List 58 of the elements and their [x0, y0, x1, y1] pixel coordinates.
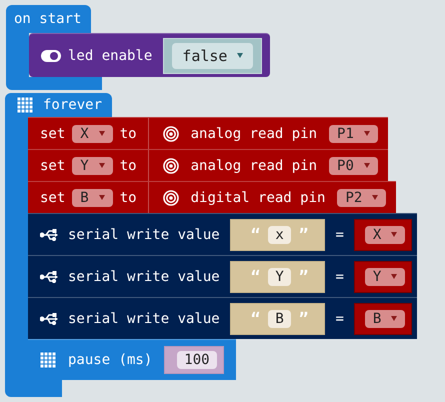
caret-icon	[372, 195, 378, 200]
dropdown-field[interactable]: B	[72, 188, 113, 206]
grid-icon	[17, 97, 33, 113]
quote-mark: “	[250, 267, 260, 286]
dropdown-field[interactable]: P0	[329, 156, 378, 174]
block-label: pause (ms)	[68, 352, 152, 368]
block-label: set	[40, 190, 66, 206]
caret-icon	[98, 195, 105, 200]
block-label: =	[335, 226, 344, 242]
caret-icon	[364, 163, 370, 168]
text-field[interactable]: x	[268, 226, 291, 244]
dropdown-field[interactable]: X	[364, 226, 406, 244]
target-icon	[162, 126, 179, 142]
block-label: serial write value	[68, 226, 220, 242]
caret-icon	[98, 163, 105, 168]
dropdown-field[interactable]: P1	[329, 124, 378, 142]
block-label: digital read pin	[190, 190, 326, 206]
block-label: analog read pin	[190, 126, 318, 142]
usb-icon	[40, 228, 58, 240]
caret-icon	[364, 131, 370, 136]
caret-icon	[391, 232, 398, 237]
caret-icon	[391, 274, 398, 279]
grid-icon	[40, 352, 56, 368]
quote-mark: “	[250, 225, 260, 244]
number-field[interactable]: 100	[177, 351, 217, 369]
quote-mark: ”	[298, 225, 308, 244]
text-field[interactable]: Y	[268, 268, 291, 286]
quote-mark: ”	[298, 309, 308, 328]
dropdown-field[interactable]: P2	[337, 188, 386, 206]
block-label: to	[120, 158, 137, 174]
quote-mark: “	[250, 309, 260, 328]
block-label: serial write value	[68, 268, 220, 284]
dropdown-field[interactable]: B	[364, 310, 406, 328]
block-label: =	[335, 310, 344, 326]
caret-icon	[391, 316, 398, 321]
block-label: to	[120, 126, 137, 142]
target-icon	[162, 190, 179, 206]
dropdown-field[interactable]: Y	[72, 156, 113, 174]
dropdown-field[interactable]: false	[172, 42, 254, 68]
block-label: set	[40, 126, 66, 142]
block-label: led enable	[68, 48, 152, 64]
quote-mark: ”	[298, 267, 308, 286]
toggle-icon	[41, 50, 61, 62]
block-label: serial write value	[68, 310, 220, 326]
caret-icon	[98, 131, 105, 136]
block-label: forever	[43, 97, 102, 113]
dropdown-field[interactable]: X	[72, 124, 113, 142]
block-label: on start	[14, 11, 82, 27]
caret-icon	[237, 53, 244, 58]
block-label: analog read pin	[190, 158, 318, 174]
usb-icon	[40, 270, 58, 282]
block-label: to	[120, 190, 137, 206]
usb-icon	[40, 312, 58, 324]
text-field[interactable]: B	[268, 310, 291, 328]
dropdown-field[interactable]: Y	[364, 268, 406, 286]
block-label: =	[335, 268, 344, 284]
target-icon	[162, 158, 179, 174]
block-label: set	[40, 158, 66, 174]
